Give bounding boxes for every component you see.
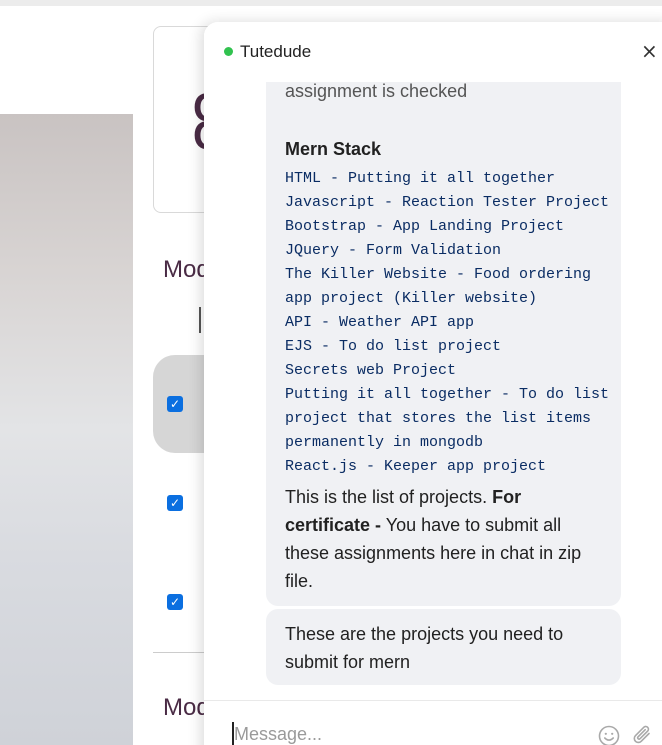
project-item: Secrets web Project (285, 362, 457, 379)
project-item: The Killer Website - Food ordering (285, 266, 592, 283)
project-item: React.js - Keeper app project (285, 458, 547, 475)
lesson-checkbox[interactable]: ✓ (167, 594, 183, 610)
project-item: Javascript - Reaction Tester Project (285, 194, 610, 211)
chat-message: These are the projects you need to submi… (266, 609, 621, 685)
top-bar (0, 0, 662, 6)
project-item: EJS - To do list project (285, 338, 502, 355)
chat-header: Tutedude × (204, 22, 662, 82)
module-heading: Mod (163, 256, 210, 283)
message-text: these assignments here in chat in zip (285, 543, 582, 563)
message-text: submit for mern (285, 652, 411, 672)
message-text: This is the list of projects. (285, 487, 488, 507)
chat-message: assignment is checked Mern Stack HTML - … (266, 62, 621, 606)
emoji-icon[interactable] (598, 725, 620, 745)
project-item: HTML - Putting it all together (285, 170, 556, 187)
project-item: Bootstrap - App Landing Project (285, 218, 565, 235)
project-item: app project (Killer website) (285, 290, 538, 307)
module-heading: Mod (163, 694, 210, 721)
divider (199, 307, 201, 333)
close-icon[interactable]: × (641, 39, 658, 63)
paperclip-icon[interactable] (632, 723, 654, 745)
page: C C Mod ✓ ✓ ✓ Mod assignment is checked … (0, 0, 662, 745)
lesson-checkbox[interactable]: ✓ (167, 495, 183, 511)
message-text: file. (285, 571, 314, 591)
message-footer-line: This is the list of projects. For (285, 483, 521, 511)
message-heading: Mern Stack (285, 139, 382, 159)
project-item: JQuery - Form Validation (285, 242, 502, 259)
project-item: Putting it all together - To do list (285, 386, 610, 403)
message-text: These are the projects you need to (285, 624, 564, 644)
project-item: project that stores the list items (285, 410, 592, 427)
message-input[interactable] (234, 721, 584, 745)
chat-title: Tutedude (240, 42, 312, 61)
project-item: API - Weather API app (285, 314, 475, 331)
message-bold-text: certificate - (285, 515, 382, 535)
message-text: You have to submit all (385, 515, 562, 535)
message-footer-line: certificate - You have to submit all (285, 511, 561, 539)
background-image (0, 114, 133, 745)
chat-panel: assignment is checked Mern Stack HTML - … (204, 22, 662, 745)
message-composer (204, 700, 662, 745)
online-status-icon (224, 47, 233, 56)
message-bold-text: For (492, 487, 522, 507)
lesson-checkbox[interactable]: ✓ (167, 396, 183, 412)
project-item: permanently in mongodb (285, 434, 484, 451)
